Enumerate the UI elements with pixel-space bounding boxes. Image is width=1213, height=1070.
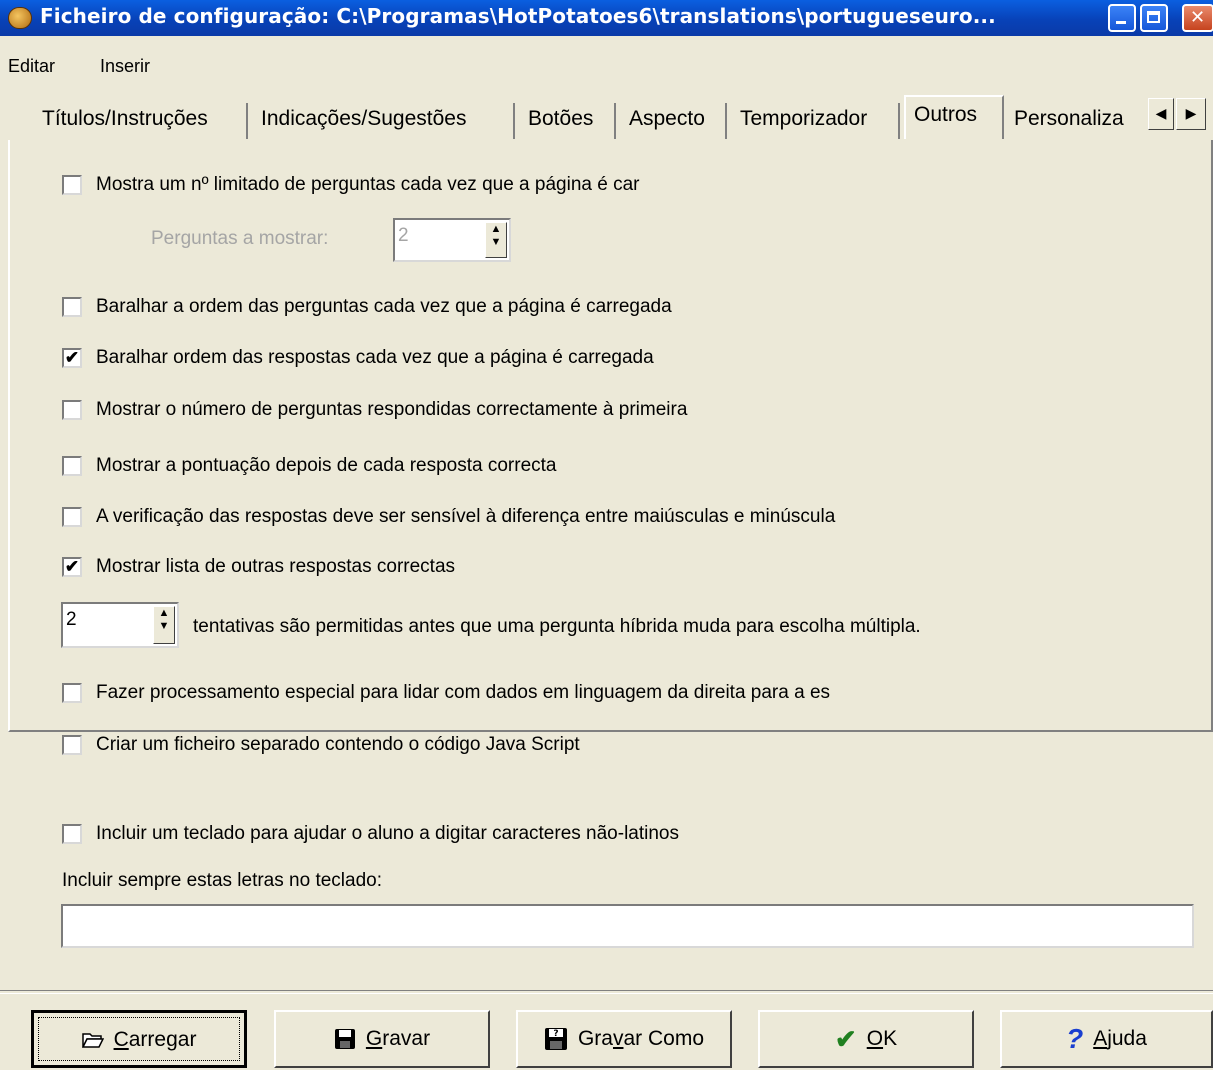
case-sensitive-checkbox[interactable] <box>62 507 82 527</box>
check-icon: ✔ <box>64 348 80 367</box>
app-icon <box>8 7 32 29</box>
attempts-stepper[interactable]: 2 ▲ ▼ <box>61 602 179 648</box>
tab-temporizador[interactable]: Temporizador <box>732 103 900 139</box>
svg-text:?: ? <box>553 1029 558 1039</box>
tab-strip: Títulos/Instruções Indicações/Sugestões … <box>0 95 1213 140</box>
menu-inserir[interactable]: Inserir <box>100 56 150 77</box>
limit-questions-checkbox[interactable] <box>62 175 82 195</box>
tab-titulos-instrucoes[interactable]: Títulos/Instruções <box>34 103 248 139</box>
menu-editar[interactable]: Editar <box>8 56 55 77</box>
shuffle-questions-checkbox[interactable] <box>62 297 82 317</box>
save-as-button[interactable]: ? Gravar Como <box>516 1010 732 1068</box>
limit-questions-label: Mostra um nº limitado de perguntas cada … <box>96 174 640 195</box>
show-correct-first-checkbox[interactable] <box>62 400 82 420</box>
help-button[interactable]: ? Ajuda <box>1000 1010 1213 1068</box>
show-other-answers-label: Mostrar lista de outras respostas correc… <box>96 556 456 577</box>
shuffle-questions-label: Baralhar a ordem das perguntas cada vez … <box>96 296 672 317</box>
floppy-disk-question-icon: ? <box>544 1028 567 1051</box>
keyboard-checkbox[interactable] <box>62 824 82 844</box>
keyboard-letters-input[interactable] <box>61 904 1194 948</box>
separate-js-checkbox[interactable] <box>62 735 82 755</box>
maximize-button[interactable] <box>1140 4 1168 32</box>
spinner-arrows-icon[interactable]: ▲ ▼ <box>485 222 507 258</box>
title-bar: Ficheiro de configuração: C:\Programas\H… <box>0 0 1213 36</box>
show-other-answers-checkbox[interactable]: ✔ <box>62 557 82 577</box>
check-mark-icon: ✔ <box>834 1024 857 1055</box>
rtl-processing-option[interactable]: Fazer processamento especial para lidar … <box>62 682 1062 706</box>
case-sensitive-option[interactable]: A verificação das respostas deve ser sen… <box>62 506 1062 530</box>
questions-to-show-stepper[interactable]: 2 ▲ ▼ <box>393 218 511 262</box>
separate-js-label: Criar um ficheiro separado contendo o có… <box>96 734 580 755</box>
tab-scroll-left-icon[interactable]: ◀ <box>1148 98 1174 130</box>
rtl-processing-checkbox[interactable] <box>62 683 82 703</box>
tab-aspecto[interactable]: Aspecto <box>621 103 727 139</box>
show-score-label: Mostrar a pontuação depois de cada respo… <box>96 455 557 476</box>
menu-bar: Editar Inserir <box>0 52 1213 80</box>
shuffle-answers-checkbox[interactable]: ✔ <box>62 348 82 368</box>
show-score-checkbox[interactable] <box>62 456 82 476</box>
attempts-value: 2 <box>66 609 77 630</box>
save-button[interactable]: Gravar <box>274 1010 490 1068</box>
attempts-label: tentativas são permitidas antes que uma … <box>193 616 921 637</box>
case-sensitive-label: A verificação das respostas deve ser sen… <box>96 506 836 527</box>
tab-scroll-right-icon[interactable]: ▶ <box>1176 98 1206 130</box>
show-correct-first-label: Mostrar o número de perguntas respondida… <box>96 399 688 420</box>
questions-to-show-value: 2 <box>398 225 409 246</box>
shuffle-answers-label: Baralhar ordem das respostas cada vez qu… <box>96 347 654 368</box>
load-button[interactable]: Carregar <box>31 1010 247 1068</box>
keyboard-letters-label: Incluir sempre estas letras no teclado: <box>62 870 382 891</box>
tab-personalizar[interactable]: Personalizar <box>1006 103 1124 139</box>
close-button[interactable] <box>1182 4 1213 32</box>
tab-indicacoes-sugestoes[interactable]: Indicações/Sugestões <box>253 103 515 139</box>
floppy-disk-icon <box>334 1029 355 1050</box>
keyboard-label: Incluir um teclado para ajudar o aluno a… <box>96 823 679 844</box>
ok-button[interactable]: ✔ OK <box>758 1010 974 1068</box>
question-mark-icon: ? <box>1066 1023 1084 1055</box>
divider <box>0 990 1213 994</box>
questions-to-show-label: Perguntas a mostrar: <box>151 228 329 249</box>
check-icon: ✔ <box>64 557 80 576</box>
tab-outros[interactable]: Outros <box>904 95 1004 139</box>
minimize-button[interactable] <box>1108 4 1136 32</box>
spinner-arrows-icon[interactable]: ▲ ▼ <box>153 606 175 644</box>
window-title: Ficheiro de configuração: C:\Programas\H… <box>40 4 996 28</box>
rtl-processing-label: Fazer processamento especial para lidar … <box>96 682 831 703</box>
tab-botoes[interactable]: Botões <box>520 103 616 139</box>
